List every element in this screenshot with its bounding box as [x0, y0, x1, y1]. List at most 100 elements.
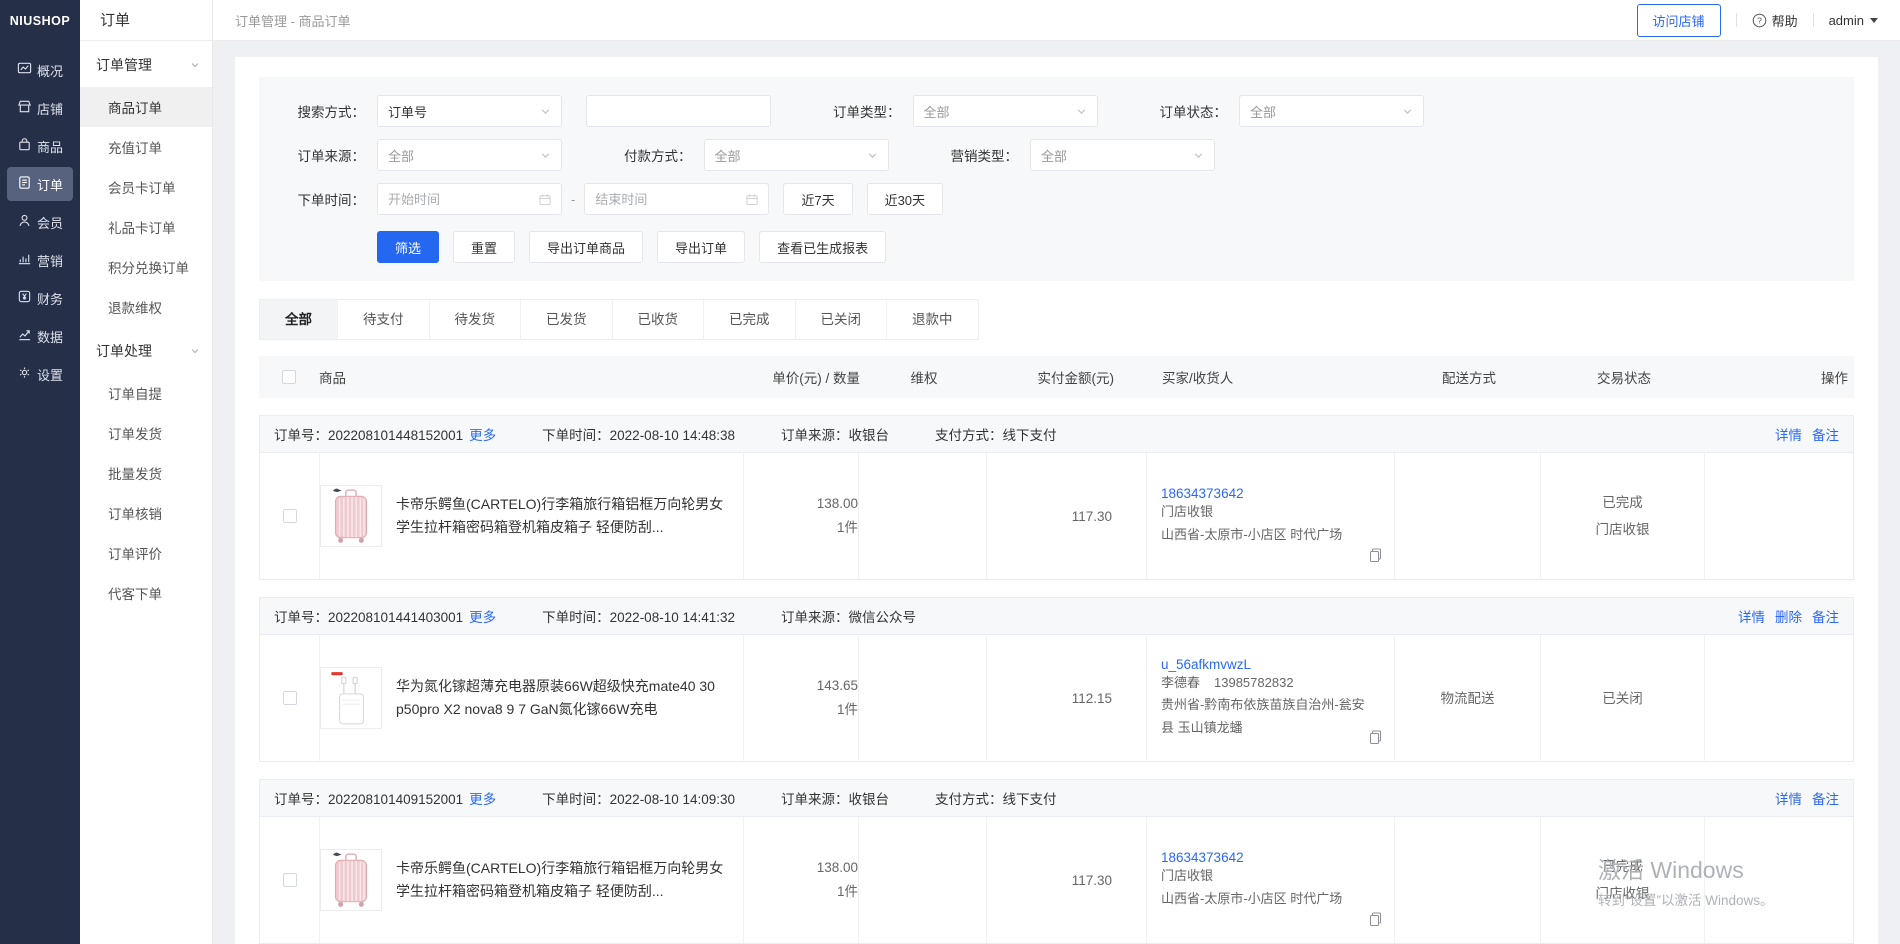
buyer-name-link[interactable]: 18634373642 [1161, 486, 1380, 501]
submenu-item-proxy-order[interactable]: 代客下单 [80, 573, 212, 613]
product-qty: 1件 [744, 880, 858, 904]
product-name[interactable]: 卡帝乐鳄鱼(CARTELO)行李箱旅行箱铝框万向轮男女学生拉杆箱密码箱登机箱皮箱… [396, 857, 733, 903]
app-root: NIUSHOP 概况 店铺 商品 订单 会员 [0, 0, 1900, 944]
sidebar-item-data[interactable]: 数据 [7, 319, 73, 353]
more-link[interactable]: 更多 [469, 428, 496, 443]
user-menu[interactable]: admin [1829, 13, 1878, 28]
pay-method-select[interactable]: 全部 [704, 139, 889, 171]
more-link[interactable]: 更多 [469, 610, 496, 625]
filter-button[interactable]: 筛选 [377, 231, 439, 263]
tab-received[interactable]: 已收货 [613, 300, 705, 339]
submenu-item-giftcard-orders[interactable]: 礼品卡订单 [80, 207, 212, 247]
delivery-method: 物流配送 [1395, 685, 1540, 712]
tab-pending-shipment[interactable]: 待发货 [430, 300, 522, 339]
last-30-days-button[interactable]: 近30天 [867, 183, 943, 215]
start-date-field[interactable] [388, 192, 539, 207]
submenu-item-refund[interactable]: 退款维权 [80, 287, 212, 327]
export-orders-button[interactable]: 导出订单 [657, 231, 745, 263]
order-pay-method: 线下支付 [1003, 428, 1057, 443]
product-name[interactable]: 卡帝乐鳄鱼(CARTELO)行李箱旅行箱铝框万向轮男女学生拉杆箱密码箱登机箱皮箱… [396, 493, 733, 539]
header-refund: 维权 [860, 367, 988, 387]
sidebar-item-overview[interactable]: 概况 [7, 53, 73, 87]
delete-link[interactable]: 删除 [1775, 606, 1802, 626]
end-date-field[interactable] [595, 192, 746, 207]
help-menu[interactable]: ? 帮助 [1752, 11, 1798, 30]
reset-button[interactable]: 重置 [453, 231, 515, 263]
pay-method-label: 付款方式： [624, 145, 692, 165]
detail-link[interactable]: 详情 [1775, 788, 1802, 808]
detail-link[interactable]: 详情 [1775, 424, 1802, 444]
submenu-group-order-management[interactable]: 订单管理 [80, 41, 212, 87]
sidebar-item-shop[interactable]: 店铺 [7, 91, 73, 125]
order-group: 订单号：202208101441403001更多 下单时间：2022-08-10… [259, 597, 1854, 762]
submenu-item-recharge-orders[interactable]: 充值订单 [80, 127, 212, 167]
buyer-address: 山西省-太原市-小店区 时代广场 [1161, 524, 1369, 546]
tab-shipped[interactable]: 已发货 [521, 300, 613, 339]
product-name[interactable]: 华为氮化镓超薄充电器原装66W超级快充mate40 30 p50pro X2 n… [396, 675, 733, 721]
buyer-name-link[interactable]: u_56afkmvwzL [1161, 657, 1380, 672]
start-date-input[interactable] [377, 183, 562, 215]
order-no: 202208101448152001 [328, 428, 463, 443]
secondary-sidebar: 订单 订单管理 商品订单 充值订单 会员卡订单 礼品卡订单 积分兑换订单 退款维… [80, 0, 213, 944]
view-reports-button[interactable]: 查看已生成报表 [759, 231, 886, 263]
submenu-item-batch-shipping[interactable]: 批量发货 [80, 453, 212, 493]
header-actions: 操作 [1706, 367, 1854, 387]
data-icon [17, 327, 32, 345]
table-header: 商品 单价(元) / 数量 维权 实付金额(元) 买家/收货人 配送方式 交易状… [259, 356, 1854, 398]
buyer-address: 山西省-太原市-小店区 时代广场 [1161, 888, 1369, 910]
search-type-select[interactable]: 订单号 [377, 95, 562, 127]
search-input[interactable] [597, 104, 760, 119]
sidebar-item-finance[interactable]: 财务 [7, 281, 73, 315]
remark-link[interactable]: 备注 [1812, 788, 1839, 808]
breadcrumb: 订单管理 - 商品订单 [235, 11, 351, 30]
order-source-select[interactable]: 全部 [377, 139, 562, 171]
remark-link[interactable]: 备注 [1812, 606, 1839, 626]
paid-amount: 117.30 [987, 509, 1112, 524]
status-tabs: 全部 待支付 待发货 已发货 已收货 已完成 已关闭 退款中 [259, 299, 979, 340]
sidebar-item-members[interactable]: 会员 [7, 205, 73, 239]
submenu-item-shipping[interactable]: 订单发货 [80, 413, 212, 453]
row-checkbox[interactable] [283, 509, 297, 523]
copy-address-icon[interactable] [1369, 548, 1382, 567]
tab-pending-payment[interactable]: 待支付 [338, 300, 430, 339]
row-checkbox[interactable] [283, 873, 297, 887]
row-checkbox[interactable] [283, 691, 297, 705]
select-all-checkbox[interactable] [282, 370, 296, 384]
marketing-type-select[interactable]: 全部 [1030, 139, 1215, 171]
tab-all[interactable]: 全部 [260, 300, 338, 339]
submenu-item-membercard-orders[interactable]: 会员卡订单 [80, 167, 212, 207]
detail-link[interactable]: 详情 [1738, 606, 1765, 626]
export-order-goods-button[interactable]: 导出订单商品 [529, 231, 643, 263]
remark-link[interactable]: 备注 [1812, 424, 1839, 444]
order-type-select[interactable]: 全部 [913, 95, 1098, 127]
sidebar-item-marketing[interactable]: 营销 [7, 243, 73, 277]
tab-completed[interactable]: 已完成 [704, 300, 796, 339]
last-7-days-button[interactable]: 近7天 [783, 183, 852, 215]
order-status-select[interactable]: 全部 [1239, 95, 1424, 127]
sidebar-item-settings[interactable]: 设置 [7, 357, 73, 391]
sidebar-item-goods[interactable]: 商品 [7, 129, 73, 163]
sidebar-item-orders[interactable]: 订单 [7, 167, 73, 201]
submenu-item-reviews[interactable]: 订单评价 [80, 533, 212, 573]
submenu-item-verification[interactable]: 订单核销 [80, 493, 212, 533]
actions-cell [1705, 635, 1853, 761]
tab-closed[interactable]: 已关闭 [796, 300, 888, 339]
copy-address-icon[interactable] [1369, 730, 1382, 749]
copy-address-icon[interactable] [1369, 912, 1382, 931]
submenu-item-points-orders[interactable]: 积分兑换订单 [80, 247, 212, 287]
date-range-separator: - [571, 192, 575, 207]
buyer-name-link[interactable]: 18634373642 [1161, 850, 1380, 865]
submenu-group-order-processing[interactable]: 订单处理 [80, 327, 212, 373]
chevron-down-icon [1402, 106, 1413, 117]
search-type-label: 搜索方式： [279, 101, 365, 121]
product-price: 138.00 [744, 492, 858, 516]
header-paid-amount: 实付金额(元) [988, 367, 1148, 387]
submenu-item-goods-orders[interactable]: 商品订单 [80, 87, 212, 127]
chevron-down-icon [1193, 150, 1204, 161]
visit-shop-button[interactable]: 访问店铺 [1637, 4, 1721, 37]
trade-status-sub: 门店收银 [1541, 880, 1704, 907]
end-date-input[interactable] [584, 183, 769, 215]
more-link[interactable]: 更多 [469, 792, 496, 807]
tab-refunding[interactable]: 退款中 [887, 300, 978, 339]
submenu-item-pickup[interactable]: 订单自提 [80, 373, 212, 413]
